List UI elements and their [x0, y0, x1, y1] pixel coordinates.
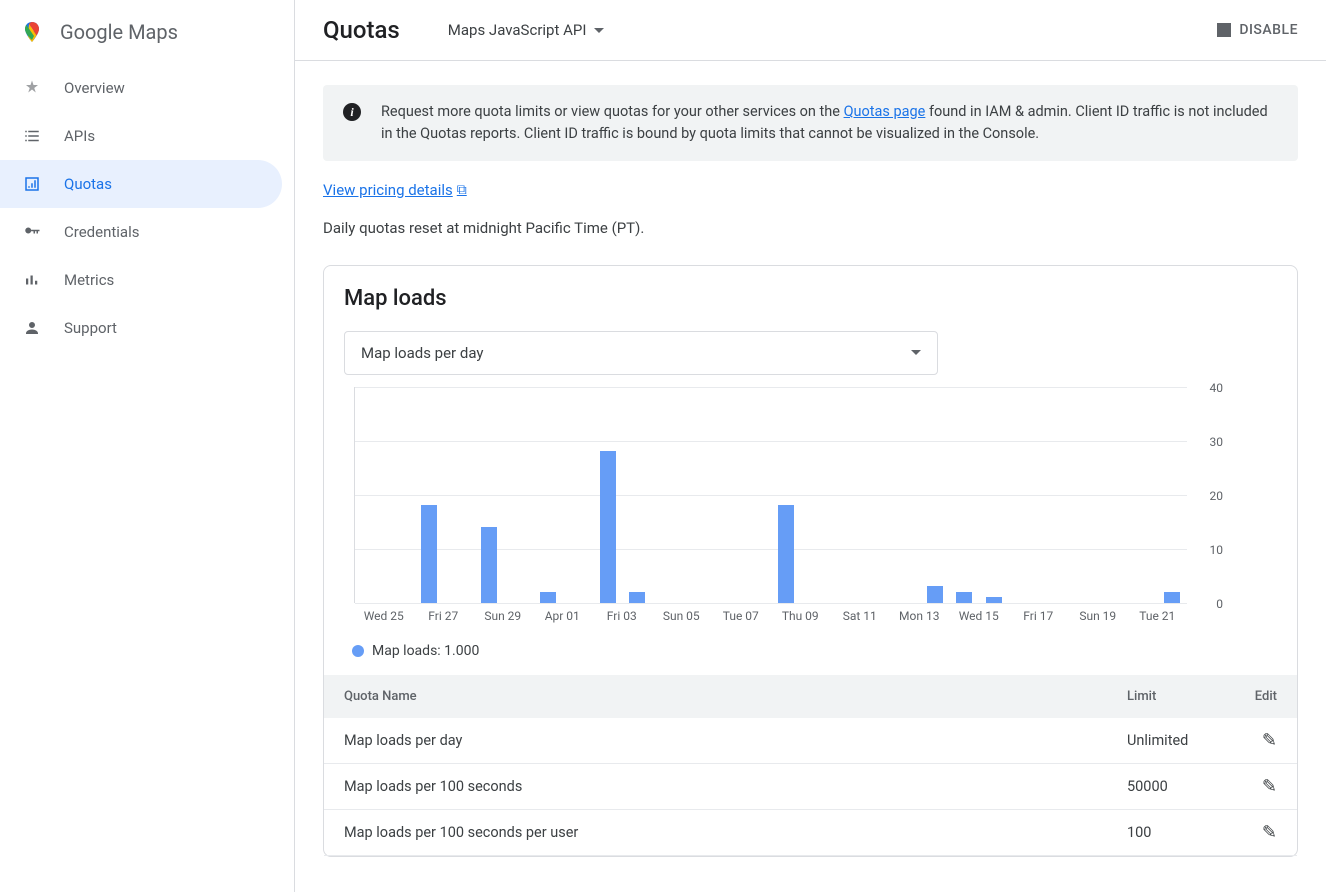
metric-select[interactable]: Map loads per day: [344, 331, 938, 375]
sidebar-item-credentials[interactable]: Credentials: [0, 208, 294, 256]
card-title: Map loads: [324, 286, 1297, 331]
main-content: Quotas Maps JavaScript API DISABLE i Req…: [295, 0, 1326, 892]
chart: 010203040 Wed 25Fri 27Sun 29Apr 01Fri 03…: [324, 387, 1297, 627]
x-tick-label: Tue 21: [1128, 603, 1188, 627]
sidebar-item-support[interactable]: Support: [0, 304, 294, 352]
bar[interactable]: [600, 451, 616, 602]
info-text: Request more quota limits or view quotas…: [381, 101, 1278, 145]
sidebar-item-metrics[interactable]: Metrics: [0, 256, 294, 304]
col-quota-name: Quota Name: [324, 675, 1107, 718]
quota-limit-cell: Unlimited: [1107, 718, 1227, 764]
bar[interactable]: [481, 527, 497, 603]
page-title: Quotas: [323, 16, 400, 44]
sidebar-item-overview[interactable]: Overview: [0, 64, 294, 112]
pricing-details-link[interactable]: View pricing details ⧉: [323, 181, 467, 199]
y-tick-label: 40: [1210, 381, 1224, 395]
table-row: Map loads per 100 seconds per user100 ✎: [324, 809, 1297, 855]
edit-icon[interactable]: ✎: [1262, 822, 1277, 843]
bar[interactable]: [421, 505, 437, 602]
nav-label: Credentials: [64, 223, 139, 241]
sidebar-header: Google Maps: [0, 8, 294, 64]
x-tick-label: Sun 05: [652, 603, 712, 627]
x-tick-label: Thu 09: [771, 603, 831, 627]
quota-limit-cell: 50000: [1107, 763, 1227, 809]
nav-label: Metrics: [64, 271, 114, 289]
quotas-icon: [20, 172, 44, 196]
quota-name-cell: Map loads per 100 seconds: [324, 763, 1107, 809]
caret-down-icon: [594, 28, 604, 33]
api-selector[interactable]: Maps JavaScript API: [448, 21, 605, 39]
metrics-icon: [20, 268, 44, 292]
col-edit: Edit: [1227, 675, 1297, 718]
quota-table: Quota Name Limit Edit Map loads per dayU…: [324, 675, 1297, 856]
legend-dot-icon: [352, 645, 364, 657]
y-tick-label: 0: [1216, 597, 1223, 611]
info-banner: i Request more quota limits or view quot…: [323, 85, 1298, 161]
person-icon: [20, 316, 44, 340]
x-tick-label: Tue 07: [711, 603, 771, 627]
sidebar-item-quotas[interactable]: Quotas: [0, 160, 282, 208]
edit-icon[interactable]: ✎: [1262, 776, 1277, 797]
x-tick-label: Fri 27: [414, 603, 474, 627]
caret-down-icon: [911, 350, 921, 355]
y-tick-label: 30: [1210, 435, 1224, 449]
top-bar: Quotas Maps JavaScript API DISABLE: [295, 0, 1326, 61]
x-tick-label: Apr 01: [533, 603, 593, 627]
nav-label: Overview: [64, 79, 125, 97]
nav-label: APIs: [64, 127, 95, 145]
disable-button[interactable]: DISABLE: [1217, 22, 1298, 38]
info-icon: i: [343, 103, 361, 121]
quota-name-cell: Map loads per day: [324, 718, 1107, 764]
metric-select-label: Map loads per day: [361, 344, 483, 362]
x-tick-label: Sun 29: [473, 603, 533, 627]
edit-icon[interactable]: ✎: [1262, 730, 1277, 751]
bar[interactable]: [956, 592, 972, 603]
bar[interactable]: [629, 592, 645, 603]
x-tick-label: Wed 25: [354, 603, 414, 627]
reset-info: Daily quotas reset at midnight Pacific T…: [323, 219, 1298, 237]
x-tick-label: Sun 19: [1068, 603, 1128, 627]
x-tick-label: Fri 03: [592, 603, 652, 627]
bar[interactable]: [1164, 592, 1180, 603]
sidebar: Google Maps Overview APIs Quotas Credent…: [0, 0, 295, 892]
bar[interactable]: [778, 505, 794, 602]
external-link-icon: ⧉: [457, 182, 467, 198]
overview-icon: [20, 76, 44, 100]
x-tick-label: Fri 17: [1009, 603, 1069, 627]
map-loads-card: Map loads Map loads per day 0 10 20 30 40 We…: [323, 265, 1298, 857]
stop-icon: [1217, 23, 1231, 37]
x-tick-label: Mon 13: [890, 603, 950, 627]
x-tick-label: Sat 11: [830, 603, 890, 627]
y-tick-label: 20: [1210, 489, 1224, 503]
sidebar-item-apis[interactable]: APIs: [0, 112, 294, 160]
bar[interactable]: [927, 586, 943, 602]
legend-label: Map loads: 1.000: [372, 643, 479, 659]
quotas-page-link[interactable]: Quotas page: [844, 103, 926, 120]
nav-label: Quotas: [64, 175, 112, 193]
y-tick-label: 10: [1210, 543, 1224, 557]
table-row: Map loads per 100 seconds50000 ✎: [324, 763, 1297, 809]
quota-limit-cell: 100: [1107, 809, 1227, 855]
quota-name-cell: Map loads per 100 seconds per user: [324, 809, 1107, 855]
x-tick-label: Wed 15: [949, 603, 1009, 627]
sidebar-title: Google Maps: [60, 20, 178, 44]
table-row: Map loads per dayUnlimited ✎: [324, 718, 1297, 764]
list-icon: [20, 124, 44, 148]
bar[interactable]: [540, 592, 556, 603]
col-limit: Limit: [1107, 675, 1227, 718]
key-icon: [20, 220, 44, 244]
api-selector-label: Maps JavaScript API: [448, 21, 587, 39]
google-maps-logo-icon: [20, 20, 44, 44]
disable-label: DISABLE: [1239, 22, 1298, 38]
nav-label: Support: [64, 319, 117, 337]
chart-legend: Map loads: 1.000: [324, 627, 1297, 675]
